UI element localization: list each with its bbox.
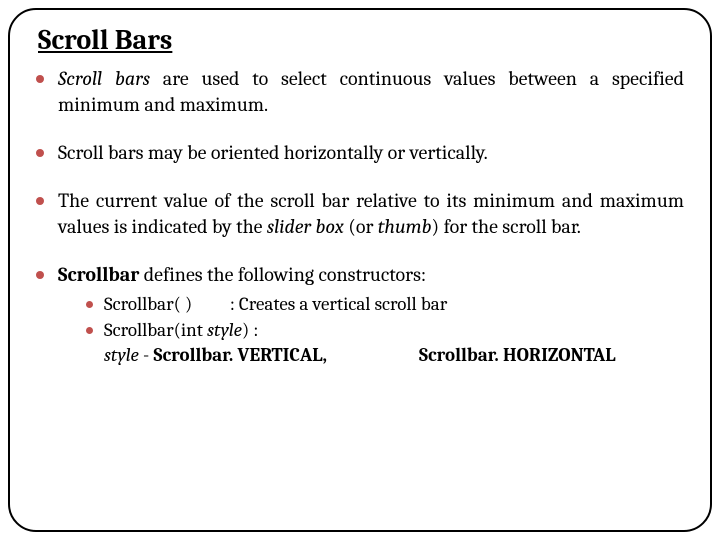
bullet-item: Scrollbar defines the following construc… bbox=[36, 262, 684, 369]
sub-bullet-list: Scrollbar( ) : Creates a vertical scroll… bbox=[86, 292, 684, 343]
sub-text: ) : bbox=[242, 319, 258, 341]
bullet-text: (or bbox=[344, 215, 378, 238]
sub-text: style bbox=[207, 319, 242, 341]
sub-text: Scrollbar(int bbox=[104, 319, 207, 341]
bullet-item: Scroll bars may be oriented horizontally… bbox=[36, 140, 684, 166]
bullet-text: Scroll bars may be oriented horizontally… bbox=[58, 141, 488, 164]
sub-bullet-item: Scrollbar(int style) : bbox=[86, 318, 684, 344]
bullet-list: Scroll bars are used to select continuou… bbox=[36, 66, 684, 369]
slide-frame: Scroll Bars Scroll bars are used to sele… bbox=[8, 8, 712, 532]
bullet-text: thumb bbox=[378, 215, 432, 238]
constructor-detail: style - Scrollbar. VERTICAL, Scrollbar. H… bbox=[104, 343, 684, 369]
bullet-item: The current value of the scroll bar rela… bbox=[36, 188, 684, 240]
sub-text bbox=[192, 293, 230, 315]
detail-text: style bbox=[104, 344, 139, 366]
bullet-text: slider box bbox=[267, 215, 344, 238]
detail-text: Scrollbar. HORIZONTAL bbox=[419, 343, 616, 369]
bullet-text: defines the following constructors: bbox=[139, 263, 426, 286]
sub-text: : Creates a vertical scroll bar bbox=[230, 293, 447, 315]
bullet-text: are used to select continuous values bet… bbox=[58, 67, 684, 116]
bullet-item: Scroll bars are used to select continuou… bbox=[36, 66, 684, 118]
sub-bullet-item: Scrollbar( ) : Creates a vertical scroll… bbox=[86, 292, 684, 318]
sub-text: Scrollbar( ) bbox=[104, 293, 192, 315]
slide-title: Scroll Bars bbox=[38, 24, 684, 56]
detail-text: Scrollbar. VERTICAL, bbox=[153, 344, 327, 366]
bullet-text: Scrollbar bbox=[58, 263, 139, 286]
detail-text: - bbox=[139, 344, 154, 366]
bullet-text: ) for the scroll bar. bbox=[432, 215, 581, 238]
bullet-text: Scroll bars bbox=[58, 67, 150, 90]
